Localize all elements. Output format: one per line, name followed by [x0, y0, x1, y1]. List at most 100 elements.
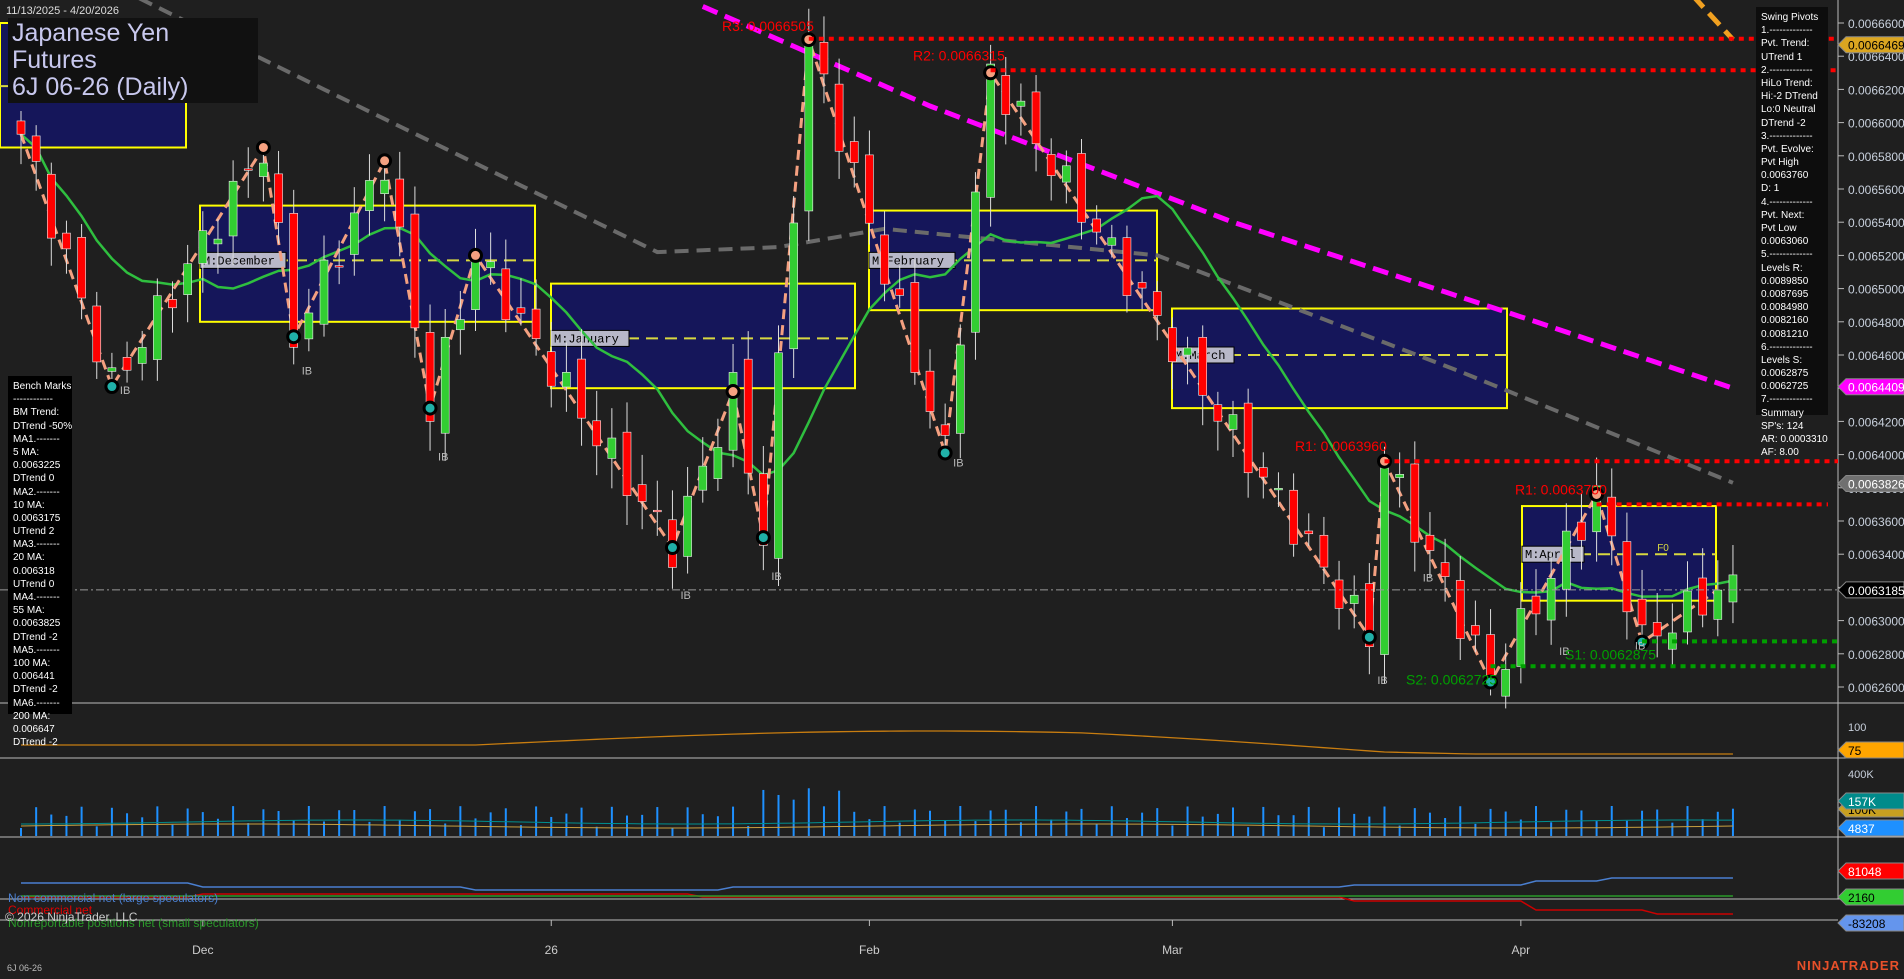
price-axis-label: 0.0062800 [1848, 648, 1904, 662]
candle [849, 116, 859, 188]
pivot-high-marker [255, 140, 271, 155]
time-axis-label: Feb [859, 943, 880, 957]
inside-bar-label: IB [302, 365, 312, 377]
inside-bar-label: IB [120, 385, 130, 397]
info-line: DTrend -50% [13, 420, 73, 432]
candle [1455, 556, 1465, 660]
info-line: Lo:0 Neutral [1761, 104, 1816, 116]
info-line: 0.0062875 [1761, 368, 1809, 380]
level-label: S2: 0.0062725 [1406, 671, 1497, 687]
noncommercial-net-line [21, 877, 1733, 891]
swing-pivots-panel: Swing Pivots 1.------------- Pvt. Trend: UT… [1756, 7, 1828, 458]
info-line: Pvt. Next: [1761, 209, 1805, 221]
candle [1668, 603, 1677, 667]
pivot-low-marker [104, 379, 120, 395]
trend-line [1693, 0, 1735, 42]
info-line: 0.0063825 [13, 618, 61, 630]
candle [1304, 513, 1314, 546]
info-line: 0.0062725 [1761, 381, 1809, 393]
info-line: DTrend -2 [1761, 117, 1806, 129]
info-line: 2.------------- [1761, 64, 1813, 76]
chart-title: Japanese Yen Futures 6J 06-26 (Daily) [8, 18, 258, 103]
info-line: Levels R: [1761, 262, 1803, 274]
candle [819, 16, 829, 104]
svg-text:0.0066469: 0.0066469 [1848, 39, 1904, 53]
info-line: UTrend 0 [13, 578, 55, 590]
inside-bar-label: IB [438, 452, 448, 464]
pivot-low-marker [937, 445, 953, 461]
info-line: MA5.------- [13, 644, 60, 656]
price-axis-label: 0.0065000 [1848, 283, 1904, 297]
price-chart[interactable]: M:DecemberM:JanuaryM:FebruaryM:MarchM:Ap… [0, 0, 1904, 979]
level-label: R2: 0.0066315 [913, 47, 1005, 63]
svg-text:2160: 2160 [1848, 891, 1875, 905]
candle [774, 325, 783, 586]
info-line: Pvt. Evolve: [1761, 143, 1814, 155]
indicator-line [21, 730, 1733, 755]
info-line: 5 MA: [13, 446, 40, 458]
info-line: MA3.------- [13, 539, 60, 551]
price-axis-label: 0.0066000 [1848, 117, 1904, 131]
pivot-low-marker [664, 540, 680, 556]
candle [183, 244, 192, 323]
info-line: D: 1 [1761, 183, 1780, 195]
pivot-low-marker [755, 530, 771, 546]
info-line: DTrend -2 [13, 684, 58, 696]
candle [1016, 83, 1026, 136]
volume-tag: 4837 [1837, 819, 1904, 837]
candle [1380, 446, 1389, 684]
candle [243, 147, 253, 198]
info-line: 0.006441 [13, 671, 55, 683]
f0-label: F0 [1657, 543, 1669, 554]
info-line: SP's: 124 [1761, 420, 1804, 432]
inside-bar-label: IB [771, 571, 781, 583]
info-line: 0.006647 [13, 723, 55, 735]
instrument-name: Japanese Yen Futures [12, 19, 170, 74]
info-line: HiLo Trend: [1761, 77, 1813, 89]
svg-text:4837: 4837 [1848, 822, 1875, 836]
copyright: © 2026 NinjaTrader, LLC [5, 910, 138, 924]
candle [1274, 472, 1283, 508]
info-line: 0.0063760 [1761, 170, 1809, 182]
price-tag: 0.0063826 [1837, 474, 1904, 492]
info-line: 55 MA: [13, 605, 45, 617]
price-axis-label: 0.0064800 [1848, 316, 1904, 330]
candle [77, 224, 86, 320]
info-line: MA4.------- [13, 592, 60, 603]
info-line: MA2.------- [13, 486, 60, 498]
info-line: DTrend -2 [13, 631, 58, 643]
pivot-high-marker [377, 153, 393, 169]
info-line: ------------ [13, 394, 53, 406]
ninjatrader-logo: NINJATRADER [1796, 958, 1900, 973]
candle [1728, 545, 1738, 624]
price-axis-label: 0.0064600 [1848, 349, 1904, 363]
price-axis-label: 0.0064200 [1848, 415, 1904, 429]
svg-text:81048: 81048 [1848, 865, 1882, 879]
svg-text:-83208: -83208 [1848, 917, 1886, 931]
candle [137, 330, 147, 381]
info-line: 1.------------- [1761, 25, 1813, 37]
info-line: Bench Marks [13, 381, 72, 392]
price-axis-label: 0.0065800 [1848, 150, 1904, 164]
info-line: AR: 0.0003310 [1761, 434, 1828, 445]
candle [1198, 325, 1207, 426]
open-interest-tag: 157K [1837, 792, 1904, 810]
candle [440, 309, 450, 461]
candle [683, 466, 692, 574]
pivot-low-marker [422, 400, 438, 416]
date-range: 11/13/2025 - 4/20/2026 [6, 5, 119, 17]
info-line: 0.0081210 [1761, 328, 1809, 340]
pivot-high-marker [468, 247, 483, 263]
inside-bar-label: IB [1377, 675, 1387, 687]
info-line: 5.------------- [1761, 249, 1813, 261]
info-line: UTrend 1 [1761, 51, 1803, 63]
candle [92, 291, 102, 379]
time-axis-label: 26 [545, 943, 559, 957]
info-line: Levels S: [1761, 354, 1803, 366]
info-line: BM Trend: [13, 407, 60, 419]
candle [1425, 512, 1435, 579]
info-line: 0.0084980 [1761, 302, 1809, 314]
instrument-symbol: 6J 06-26 (Daily) [12, 73, 189, 101]
info-line: AF: 8.00 [1761, 447, 1799, 459]
candle [622, 402, 632, 525]
